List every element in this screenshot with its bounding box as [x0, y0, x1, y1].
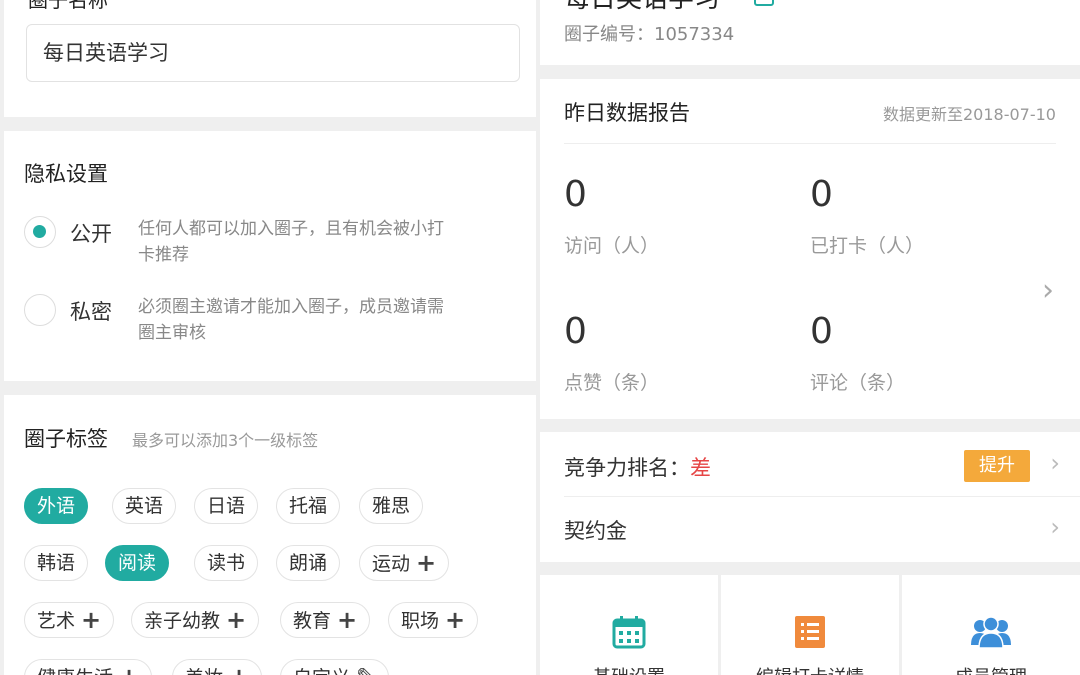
plus-icon: + — [81, 606, 102, 634]
tag-label: 美妆 — [185, 667, 223, 675]
grid-item-label: 基础设置 — [540, 663, 718, 675]
grid-item-edit-checkin[interactable]: 编辑打卡详情 — [721, 575, 899, 675]
daily-report-card[interactable]: 昨日数据报告 数据更新至2018-07-10 0 访问（人） 0 已打卡（人） … — [540, 79, 1080, 419]
plus-icon: + — [416, 549, 437, 577]
grid-item-label: 编辑打卡详情 — [721, 663, 899, 675]
divider — [564, 496, 1080, 497]
tag-label: 英语 — [125, 495, 164, 517]
grid-item-members[interactable]: 成员管理 — [902, 575, 1080, 675]
circle-settings-panel: 圈子名称 每日英语学习 隐私设置 公开 任何人都可以加入圈子，且有机会被小打 卡… — [0, 0, 540, 675]
tag-chip[interactable]: 雅思 — [359, 488, 424, 524]
radio-private-unchecked[interactable] — [24, 294, 56, 326]
boost-button[interactable]: 提升 — [964, 450, 1030, 482]
report-title: 昨日数据报告 — [564, 101, 690, 125]
stat-likes-label: 点赞（条） — [564, 372, 660, 394]
tag-chip-custom[interactable]: 自定义 ✎ — [280, 659, 390, 675]
stat-visits-value: 0 — [564, 174, 587, 215]
tag-label: 朗诵 — [289, 552, 328, 574]
chevron-right-icon: › — [1042, 273, 1054, 308]
tag-chip[interactable]: 职场 + — [388, 602, 479, 638]
tag-chip[interactable]: 读书 — [194, 545, 259, 581]
ranking-row[interactable]: 竞争力排名：差 — [564, 452, 711, 482]
feature-grid: 基础设置 编辑打卡详情 成员管理 — [540, 575, 1080, 675]
divider — [564, 143, 1056, 144]
grid-item-basic-settings[interactable]: 基础设置 — [540, 575, 718, 675]
tag-label: 亲子幼教 — [144, 610, 221, 632]
tag-label: 职场 — [401, 610, 440, 632]
tag-chip[interactable]: 朗诵 — [276, 545, 341, 581]
tag-chip[interactable]: 托福 — [276, 488, 341, 524]
tag-chip[interactable]: 亲子幼教 + — [131, 602, 260, 638]
edit-icon: ✎ — [356, 663, 376, 675]
tag-chip[interactable]: 教育 + — [280, 602, 371, 638]
chevron-right-icon: › — [1050, 513, 1060, 541]
privacy-option-desc: 必须圈主邀请才能加入圈子，成员邀请需 圈主审核 — [138, 294, 498, 346]
tag-chip[interactable]: 美妆 + — [172, 659, 263, 675]
ranking-section: 竞争力排名：差 提升 › 契约金 › — [540, 432, 1080, 562]
privacy-option-label: 公开 — [70, 222, 112, 246]
tags-section: 圈子标签 最多可以添加3个一级标签 外语 英语 日语 托福 雅思 韩语 阅读 读… — [4, 395, 536, 675]
plus-icon: + — [337, 606, 358, 634]
plus-icon: + — [445, 606, 466, 634]
tag-label: 雅思 — [372, 495, 411, 517]
tag-chip[interactable]: 艺术 + — [24, 602, 115, 638]
plus-icon: + — [229, 663, 249, 675]
circle-id: 圈子编号：1057334 — [564, 24, 735, 45]
desc-line: 必须圈主邀请才能加入圈子，成员邀请需 — [138, 297, 444, 317]
stat-visits-label: 访问（人） — [564, 235, 660, 257]
privacy-option-label: 私密 — [70, 300, 112, 324]
circle-title: 每日英语学习 — [564, 0, 720, 15]
calendar-icon — [612, 616, 646, 649]
ranking-label: 竞争力排名： — [564, 456, 690, 480]
circle-name-input[interactable]: 每日英语学习 — [26, 24, 520, 82]
circle-name-section: 圈子名称 每日英语学习 — [4, 0, 536, 117]
stat-comments-value: 0 — [810, 311, 833, 352]
edit-icon[interactable] — [754, 0, 774, 6]
tag-chip[interactable]: 阅读 — [105, 545, 170, 581]
desc-line: 任何人都可以加入圈子，且有机会被小打 — [138, 219, 444, 239]
stat-likes-value: 0 — [564, 311, 587, 352]
ranking-value: 差 — [690, 456, 711, 480]
tag-label: 阅读 — [118, 552, 157, 574]
privacy-section: 隐私设置 公开 任何人都可以加入圈子，且有机会被小打 卡推荐 私密 必须圈主邀请… — [4, 131, 536, 381]
plus-icon: + — [119, 663, 139, 675]
radio-public-checked[interactable] — [24, 216, 56, 248]
privacy-title: 隐私设置 — [24, 162, 108, 186]
deposit-row[interactable]: 契约金 — [564, 515, 627, 545]
plus-icon: + — [226, 606, 247, 634]
desc-line: 圈主审核 — [138, 323, 206, 343]
stat-checkins-label: 已打卡（人） — [810, 235, 925, 257]
list-icon — [795, 616, 825, 648]
privacy-option-desc: 任何人都可以加入圈子，且有机会被小打 卡推荐 — [138, 216, 498, 268]
tag-chip[interactable]: 英语 — [112, 488, 177, 524]
tag-label: 健康生活 — [37, 667, 113, 675]
tag-label: 韩语 — [37, 552, 76, 574]
circle-header: 每日英语学习 圈子编号：1057334 — [540, 0, 1080, 65]
tag-label: 运动 — [372, 553, 411, 575]
stat-comments-label: 评论（条） — [810, 372, 906, 394]
chevron-right-icon: › — [1050, 449, 1060, 477]
circle-name-label: 圈子名称 — [28, 0, 108, 12]
tag-chip[interactable]: 日语 — [194, 488, 259, 524]
members-icon — [971, 616, 1011, 649]
report-updated-date: 数据更新至2018-07-10 — [883, 105, 1056, 124]
tag-label: 托福 — [289, 495, 328, 517]
circle-dashboard-panel: 每日英语学习 圈子编号：1057334 昨日数据报告 数据更新至2018-07-… — [540, 0, 1080, 675]
tag-label: 艺术 — [37, 610, 76, 632]
stat-checkins-value: 0 — [810, 174, 833, 215]
tag-label: 教育 — [293, 610, 332, 632]
tag-chip[interactable]: 健康生活 + — [24, 659, 153, 675]
tag-chip[interactable]: 外语 — [24, 488, 89, 524]
tag-label: 日语 — [207, 495, 246, 517]
tag-chip[interactable]: 运动 + — [359, 545, 450, 581]
tag-chip[interactable]: 韩语 — [24, 545, 89, 581]
grid-item-label: 成员管理 — [902, 663, 1080, 675]
tag-label: 读书 — [207, 552, 246, 574]
desc-line: 卡推荐 — [138, 245, 189, 265]
tags-hint: 最多可以添加3个一级标签 — [132, 431, 319, 450]
tag-label: 自定义 — [293, 667, 350, 675]
tags-title: 圈子标签 — [24, 427, 108, 451]
tag-label: 外语 — [37, 495, 76, 517]
